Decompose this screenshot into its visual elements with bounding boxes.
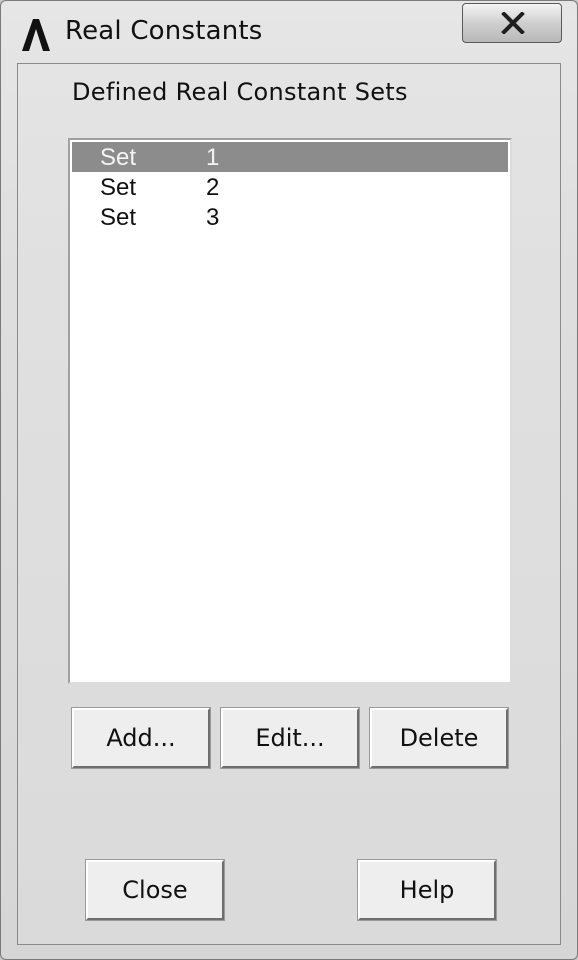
ansys-logo-icon: [19, 17, 53, 51]
window-close-button[interactable]: [462, 3, 562, 43]
defined-sets-label: Defined Real Constant Sets: [72, 78, 408, 106]
add-button[interactable]: Add...: [71, 707, 211, 769]
list-item-set-1[interactable]: Set 1: [72, 142, 508, 172]
window-title: Real Constants: [65, 16, 263, 46]
list-item-set-3[interactable]: Set 3: [72, 202, 508, 232]
list-item-number: 1: [206, 144, 220, 171]
list-item-name: Set: [100, 174, 137, 201]
help-button[interactable]: Help: [357, 859, 497, 921]
real-constant-sets-list[interactable]: Set 1 Set 2 Set 3: [68, 138, 512, 684]
list-item-number: 3: [206, 204, 220, 231]
list-item-number: 2: [206, 174, 220, 201]
close-x-icon: [501, 12, 525, 34]
list-item-name: Set: [100, 144, 137, 171]
list-item-set-2[interactable]: Set 2: [72, 172, 508, 202]
real-constants-dialog: Real Constants Defined Real Constant Set…: [0, 0, 578, 960]
dialog-client-area: Defined Real Constant Sets Set 1 Set 2 S…: [17, 63, 561, 945]
list-item-name: Set: [100, 204, 137, 231]
delete-button[interactable]: Delete: [369, 707, 509, 769]
title-bar[interactable]: Real Constants: [1, 1, 577, 63]
edit-button[interactable]: Edit...: [220, 707, 360, 769]
close-button[interactable]: Close: [85, 859, 225, 921]
